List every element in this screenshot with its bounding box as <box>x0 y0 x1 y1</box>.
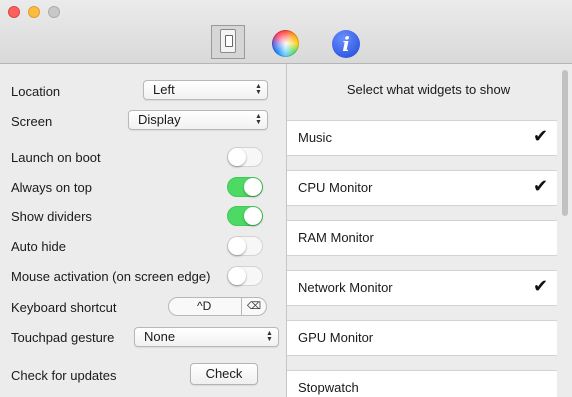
widget-row-music[interactable]: Music ✔ <box>287 120 557 156</box>
updown-arrows-icon: ▲ ▼ <box>255 113 262 126</box>
widget-name: CPU Monitor <box>298 180 373 195</box>
tab-general[interactable] <box>211 25 245 59</box>
clear-shortcut-icon[interactable]: ⌫ <box>241 298 266 315</box>
show-dividers-toggle[interactable] <box>227 206 263 226</box>
toggle-knob <box>228 148 246 166</box>
screen-label: Screen <box>11 114 53 129</box>
toggle-knob <box>244 178 262 196</box>
widget-row-cpu-monitor[interactable]: CPU Monitor ✔ <box>287 170 557 206</box>
widgets-title: Select what widgets to show <box>346 82 511 97</box>
minimize-window-button[interactable] <box>28 6 40 18</box>
check-updates-button[interactable]: Check <box>190 363 258 385</box>
launch-on-boot-label: Launch on boot <box>11 150 101 165</box>
checkmark-icon: ✔ <box>533 276 549 296</box>
location-label: Location <box>11 84 61 99</box>
zoom-window-button[interactable] <box>48 6 60 18</box>
window-toolbar: i <box>0 0 572 64</box>
touchpad-gesture-select[interactable]: None ▲ ▼ <box>134 327 279 347</box>
widget-row-network-monitor[interactable]: Network Monitor ✔ <box>287 270 557 306</box>
toggle-knob <box>244 207 262 225</box>
toggle-knob <box>228 267 246 285</box>
widget-row-ram-monitor[interactable]: RAM Monitor <box>287 220 557 256</box>
widgets-scrollbar[interactable] <box>562 70 568 216</box>
screen-value: Display <box>138 112 181 127</box>
tab-appearance[interactable] <box>272 30 299 57</box>
widgets-pane: Select what widgets to show Music ✔ CPU … <box>287 64 572 397</box>
checkmark-icon: ✔ <box>533 176 549 196</box>
widget-name: Music <box>298 130 332 145</box>
keyboard-shortcut-recorder[interactable]: ^D ⌫ <box>168 297 267 316</box>
widget-name: Stopwatch <box>298 380 359 395</box>
show-dividers-label: Show dividers <box>11 209 92 224</box>
location-select[interactable]: Left ▲ ▼ <box>143 80 268 100</box>
switch-icon <box>220 29 236 53</box>
mouse-activation-label: Mouse activation (on screen edge) <box>11 269 211 284</box>
launch-on-boot-toggle[interactable] <box>227 147 263 167</box>
widget-row-stopwatch[interactable]: Stopwatch <box>287 370 557 397</box>
auto-hide-toggle[interactable] <box>227 236 263 256</box>
widget-name: RAM Monitor <box>298 230 374 245</box>
toggle-knob <box>228 237 246 255</box>
widget-name: GPU Monitor <box>298 330 374 345</box>
touchpad-gesture-value: None <box>144 329 176 344</box>
tab-about[interactable]: i <box>332 30 360 58</box>
check-updates-label: Check for updates <box>11 368 117 383</box>
mouse-activation-toggle[interactable] <box>227 266 263 286</box>
touchpad-gesture-label: Touchpad gesture <box>11 330 115 345</box>
screen-select[interactable]: Display ▲ ▼ <box>128 110 268 130</box>
checkmark-icon: ✔ <box>533 126 549 146</box>
shortcut-keys: ^D <box>197 299 212 313</box>
always-on-top-toggle[interactable] <box>227 177 263 197</box>
auto-hide-label: Auto hide <box>11 239 66 254</box>
updown-arrows-icon: ▲ ▼ <box>255 83 262 96</box>
widget-name: Network Monitor <box>298 280 393 295</box>
location-value: Left <box>153 82 175 97</box>
updown-arrows-icon: ▲ ▼ <box>266 330 273 343</box>
close-window-button[interactable] <box>8 6 20 18</box>
widget-row-gpu-monitor[interactable]: GPU Monitor <box>287 320 557 356</box>
keyboard-shortcut-label: Keyboard shortcut <box>11 300 117 315</box>
info-icon: i <box>342 32 350 56</box>
always-on-top-label: Always on top <box>11 180 92 195</box>
